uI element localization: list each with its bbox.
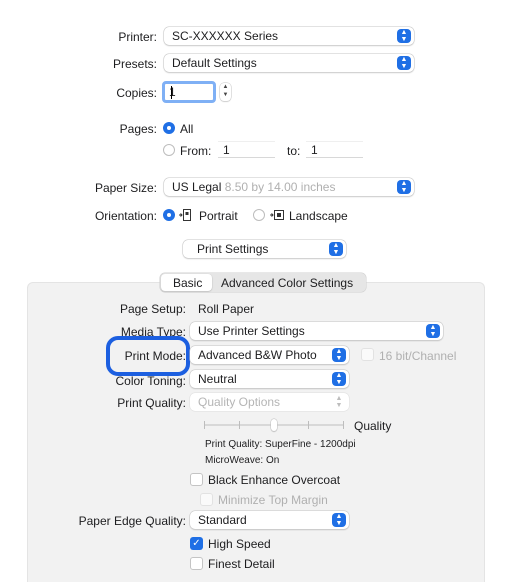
pages-all-label: All [180,122,194,136]
checkmark-icon: ✓ [192,538,201,549]
panel-select-value: Print Settings [197,242,269,256]
paper-size-label: Paper Size: [94,181,157,195]
landscape-radio[interactable] [253,209,265,221]
portrait-orientation-icon [178,208,192,222]
updown-chevron-icon: ▲ ▼ [329,242,343,256]
updown-chevron-icon: ▲ ▼ [332,513,346,527]
16bit-label: 16 bit/Channel [379,349,457,363]
black-enhance-checkbox[interactable] [190,473,203,486]
pages-from-label: From: [180,144,212,158]
minimize-margin-label: Minimize Top Margin [218,493,328,507]
pages-to-value: 1 [311,143,318,157]
slider-thumb[interactable] [271,419,277,431]
finest-detail-label: Finest Detail [208,557,275,571]
copies-stepper[interactable]: ▲ ▼ [220,83,231,101]
presets-popup[interactable]: Default Settings ▲ ▼ [164,54,414,72]
media-type-value: Use Printer Settings [198,324,305,338]
pages-to-field[interactable]: 1 [306,141,363,158]
updown-chevron-icon: ▲ ▼ [332,372,346,386]
print-mode-value: Advanced B&W Photo [198,348,317,362]
high-speed-checkbox[interactable]: ✓ [190,537,203,550]
portrait-label: Portrait [199,209,238,223]
pages-to-label: to: [287,144,301,158]
paper-edge-quality-label: Paper Edge Quality: [78,514,186,528]
pages-label: Pages: [119,122,157,136]
presets-label: Presets: [112,57,157,71]
printer-value: SC-XXXXXX Series [172,29,279,43]
media-type-popup[interactable]: Use Printer Settings ▲ ▼ [190,322,443,340]
color-toning-label: Color Toning: [115,374,187,388]
presets-value: Default Settings [172,56,257,70]
panel-select-popup[interactable]: Print Settings ▲ ▼ [183,240,346,258]
paper-size-detail: 8.50 by 14.00 inches [224,180,336,194]
black-enhance-label: Black Enhance Overcoat [208,473,341,487]
pages-all-radio[interactable] [163,122,175,134]
updown-chevron-icon: ▲ ▼ [335,395,343,409]
slider-tick [239,421,240,429]
print-mode-popup[interactable]: Advanced B&W Photo ▲ ▼ [190,346,349,364]
orientation-label: Orientation: [94,209,157,223]
copies-label: Copies: [116,86,157,100]
tab-advanced-color-label: Advanced Color Settings [221,276,354,290]
slider-tick [204,421,205,429]
pages-from-value: 1 [223,143,230,157]
tab-bar: Basic Advanced Color Settings [160,273,366,292]
color-toning-popup[interactable]: Neutral ▲ ▼ [190,370,349,388]
stepper-icon: ▲ ▼ [222,84,229,98]
quality-slider[interactable] [204,418,344,432]
tab-basic[interactable]: Basic [161,274,212,291]
tab-advanced-color[interactable]: Advanced Color Settings [215,274,365,291]
copies-field[interactable]: 1 [162,81,216,103]
print-quality-popup[interactable]: Quality Options ▲ ▼ [190,393,349,411]
quality-info-line1: Print Quality: SuperFine - 1200dpi [205,439,356,450]
minimize-margin-checkbox[interactable] [200,493,213,506]
portrait-radio[interactable] [163,209,175,221]
print-quality-label: Print Quality: [117,396,186,410]
updown-chevron-icon: ▲ ▼ [426,324,440,338]
copies-value: 1 [169,85,176,99]
pages-from-field[interactable]: 1 [218,141,275,158]
print-mode-highlight [106,336,190,376]
slider-tick [308,421,309,429]
printer-label: Printer: [118,30,157,44]
landscape-orientation-icon [269,208,285,222]
landscape-label: Landscape [289,209,348,223]
paper-edge-quality-value: Standard [198,513,247,527]
page-setup-label: Page Setup: [119,302,186,316]
print-quality-value: Quality Options [198,395,281,409]
high-speed-label: High Speed [208,537,271,551]
tab-basic-label: Basic [173,276,203,290]
updown-chevron-icon: ▲ ▼ [397,180,411,194]
updown-chevron-icon: ▲ ▼ [397,56,411,70]
updown-chevron-icon: ▲ ▼ [332,348,346,362]
slider-tick [343,421,344,429]
paper-size-popup[interactable]: US Legal 8.50 by 14.00 inches ▲ ▼ [164,178,414,196]
finest-detail-checkbox[interactable] [190,557,203,570]
updown-chevron-icon: ▲ ▼ [397,29,411,43]
page-setup-value: Roll Paper [198,302,255,316]
16bit-checkbox[interactable] [361,348,374,361]
text-cursor [171,86,172,99]
paper-size-value: US Legal [172,180,222,194]
color-toning-value: Neutral [198,372,237,386]
printer-popup[interactable]: SC-XXXXXX Series ▲ ▼ [164,27,414,45]
quality-slider-label: Quality [354,419,392,433]
paper-edge-quality-popup[interactable]: Standard ▲ ▼ [190,511,349,529]
pages-range-radio[interactable] [163,144,175,156]
quality-info-line2: MicroWeave: On [205,455,280,466]
